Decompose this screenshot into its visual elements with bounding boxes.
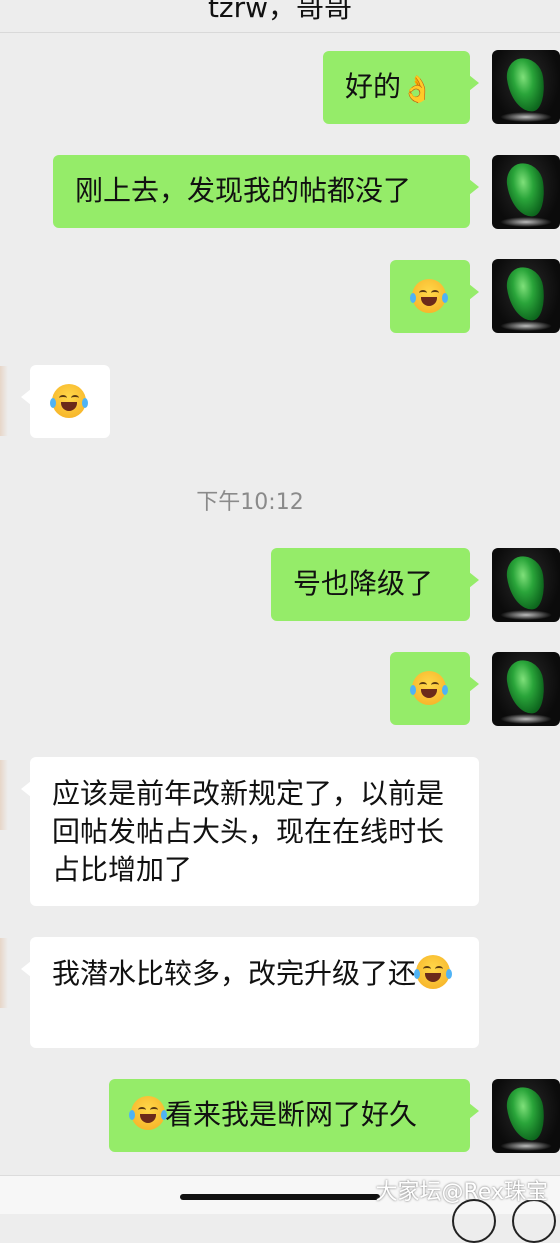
message-text: 我潜水比较多，改完升级了还 bbox=[52, 955, 457, 993]
loudly-laughing-icon bbox=[129, 1096, 167, 1130]
message-text: 应该是前年改新规定了，以前是回帖发帖占大头，现在在线时长占比增加了 bbox=[52, 777, 445, 886]
message-text: 号也降级了 bbox=[293, 567, 434, 600]
contact-avatar-edge[interactable] bbox=[0, 760, 8, 830]
my-avatar[interactable] bbox=[492, 155, 560, 229]
message-bubble-outgoing[interactable]: 号也降级了 bbox=[271, 548, 479, 621]
my-avatar[interactable] bbox=[492, 50, 560, 124]
loudly-laughing-icon bbox=[414, 955, 453, 989]
my-avatar[interactable] bbox=[492, 1079, 560, 1153]
my-avatar[interactable] bbox=[492, 548, 560, 622]
message-text: 看来我是断网了好久 bbox=[165, 1098, 418, 1131]
loudly-laughing-icon bbox=[50, 384, 88, 418]
chat-header: tzrw，哥哥 bbox=[0, 0, 560, 33]
my-avatar[interactable] bbox=[492, 259, 560, 333]
my-avatar[interactable] bbox=[492, 652, 560, 726]
ok-hand-icon: 👌 bbox=[401, 75, 434, 105]
contact-avatar-edge[interactable] bbox=[0, 366, 8, 436]
message-timestamp: 下午10:12 bbox=[196, 490, 304, 515]
message-bubble-outgoing[interactable] bbox=[390, 260, 479, 333]
message-bubble-incoming[interactable]: 应该是前年改新规定了，以前是回帖发帖占大头，现在在线时长占比增加了 bbox=[21, 757, 479, 906]
chat-title: tzrw，哥哥 bbox=[207, 0, 353, 24]
message-bubble-outgoing[interactable]: 好的👌 bbox=[323, 51, 479, 124]
loudly-laughing-icon bbox=[410, 671, 448, 705]
watermark: 大家坛@Rex珠宝 bbox=[375, 1180, 548, 1205]
message-bubble-outgoing[interactable] bbox=[390, 652, 479, 725]
tears-of-joy-icon bbox=[410, 279, 448, 313]
message-text: 刚上去，发现我的帖都没了 bbox=[75, 174, 412, 207]
home-indicator[interactable] bbox=[180, 1194, 380, 1200]
message-bubble-outgoing[interactable]: 刚上去，发现我的帖都没了 bbox=[53, 155, 479, 228]
message-bubble-outgoing[interactable]: 看来我是断网了好久 bbox=[109, 1079, 479, 1152]
message-bubble-incoming[interactable]: 我潜水比较多，改完升级了还 bbox=[21, 937, 479, 1048]
message-text: 好的 bbox=[345, 70, 402, 103]
contact-avatar-edge[interactable] bbox=[0, 938, 8, 1008]
message-bubble-incoming[interactable] bbox=[21, 365, 110, 438]
